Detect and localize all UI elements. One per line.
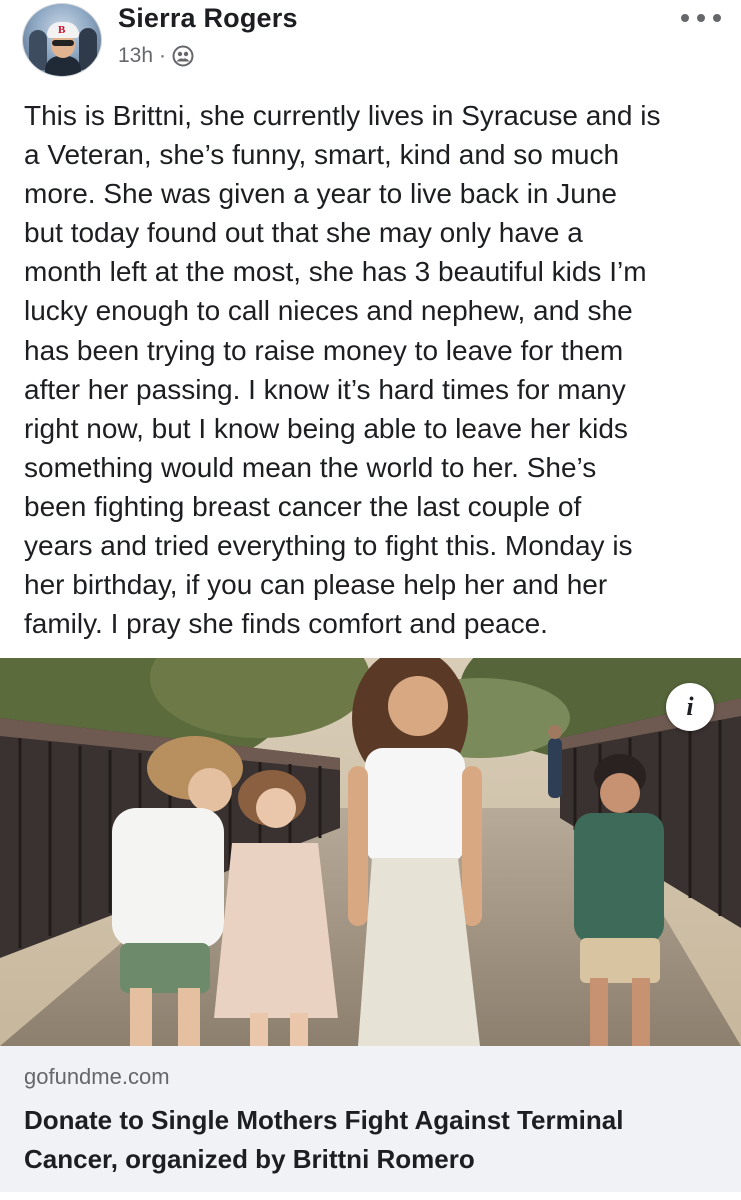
post-text-line: after her passing. I know it’s hard time… [24, 373, 626, 405]
avatar-background-person [29, 30, 47, 70]
friends-icon[interactable] [172, 45, 194, 67]
author-name[interactable]: Sierra Rogers [118, 3, 298, 34]
post-text-line: but today found out that she may only ha… [24, 217, 583, 249]
post-text-line: more. She was given a year to live back … [24, 178, 617, 210]
link-domain: gofundme.com [24, 1064, 170, 1089]
info-icon[interactable]: i [666, 683, 714, 731]
avatar-cap-logo: B [58, 24, 66, 36]
avatar-background-person [79, 28, 97, 70]
avatar-sunglasses [52, 40, 74, 46]
post-text-line: This is Brittni, she currently lives in … [24, 100, 661, 131]
post-text-line: something would mean the world to her. S… [24, 451, 597, 483]
post-header: B Sierra Rogers 13h · [0, 0, 741, 90]
link-preview-footer[interactable]: gofundme.com Donate to Single Mothers Fi… [0, 1046, 741, 1192]
post-text-line: right now, but I know being able to leav… [24, 412, 628, 444]
link-title-line: Cancer, organized by Brittni Romero [24, 1144, 475, 1174]
post-text-line: has been trying to raise money to leave … [24, 334, 624, 366]
post-text-line: years and tried everything to fight this… [24, 530, 633, 562]
post-text-line: family. I pray she finds comfort and pea… [24, 608, 548, 640]
more-options-icon[interactable] [681, 8, 721, 28]
post-text-line: lucky enough to call nieces and nephew, … [24, 295, 633, 327]
link-preview-card[interactable]: i gofundme.com Donate to Single Mothers … [0, 658, 741, 1192]
post-meta: 13h · [118, 44, 194, 68]
avatar-shirt [45, 56, 81, 76]
meta-separator: · [159, 44, 167, 67]
link-title[interactable]: Donate to Single Mothers Fight Against T… [24, 1101, 724, 1179]
post-text-line: month left at the most, she has 3 beauti… [24, 256, 647, 288]
link-title-line: Donate to Single Mothers Fight Against T… [24, 1105, 624, 1135]
post-body-text: This is Brittni, she currently lives in … [24, 96, 724, 643]
post-timestamp[interactable]: 13h [118, 44, 153, 68]
link-preview-image[interactable]: i [0, 658, 741, 1046]
post-text-line: been fighting breast cancer the last cou… [24, 490, 582, 522]
author-avatar[interactable]: B [22, 3, 102, 77]
post-text-line: a Veteran, she’s funny, smart, kind and … [24, 139, 620, 171]
post-text-line: her birthday, if you can please help her… [24, 569, 608, 601]
